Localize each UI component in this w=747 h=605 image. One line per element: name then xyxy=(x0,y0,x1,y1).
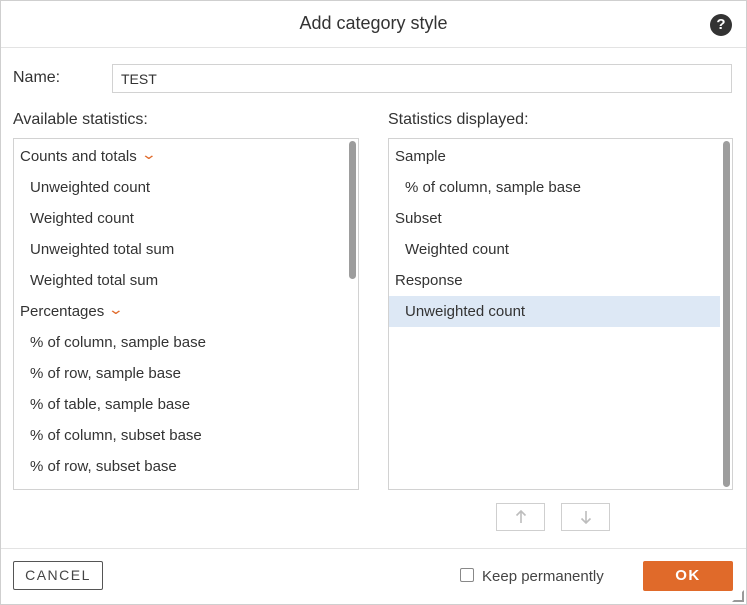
displayed-list-scrollbar[interactable] xyxy=(723,141,730,487)
statistics-displayed-label: Statistics displayed: xyxy=(388,111,529,128)
list-group-header[interactable]: Response xyxy=(389,265,720,296)
cancel-button[interactable]: CANCEL xyxy=(13,561,103,590)
move-down-button[interactable] xyxy=(561,503,610,531)
name-input[interactable] xyxy=(112,64,732,93)
scrollbar-thumb[interactable] xyxy=(349,141,356,279)
available-statistics-list[interactable]: Counts and totals ⌄ Unweighted count Weight… xyxy=(13,138,359,490)
list-item[interactable]: % of column, sample base xyxy=(389,172,720,203)
list-item-label: Sample xyxy=(395,148,446,165)
list-item-label: Counts and totals xyxy=(20,148,137,165)
list-item-label: Unweighted count xyxy=(30,179,151,196)
statistics-displayed-items: Sample % of column, sample base Subset Weig… xyxy=(389,141,720,327)
list-item-label: % of row, sample base xyxy=(30,365,181,382)
chevron-down-icon[interactable]: ⌄ xyxy=(140,147,156,161)
dialog-titlebar: Add category style ? xyxy=(1,1,746,48)
list-group-header[interactable]: Percentages ⌄ xyxy=(14,296,346,327)
list-group-header[interactable]: Subset xyxy=(389,203,720,234)
scrollbar-thumb[interactable] xyxy=(723,141,730,487)
dialog-title: Add category style xyxy=(299,13,448,33)
list-item-label: Subset xyxy=(395,210,442,227)
list-item[interactable]: Unweighted total sum xyxy=(14,234,346,265)
available-list-scrollbar[interactable] xyxy=(349,141,356,487)
list-item-label: Weighted count xyxy=(30,210,134,227)
list-item-label: Response xyxy=(395,272,463,289)
list-item-label: % of column, sample base xyxy=(405,179,581,196)
list-item[interactable]: % of column, subset base xyxy=(14,420,346,451)
list-item[interactable]: Weighted count xyxy=(14,203,346,234)
list-item[interactable]: Weighted count xyxy=(389,234,720,265)
chevron-down-icon[interactable]: ⌄ xyxy=(108,302,124,316)
help-icon[interactable]: ? xyxy=(710,14,732,36)
list-item[interactable]: % of column, sample base xyxy=(14,327,346,358)
list-item-label: Unweighted count xyxy=(405,303,526,320)
dialog-footer: CANCEL Keep permanently OK xyxy=(1,548,746,605)
list-item-label: % of row, subset base xyxy=(30,458,177,475)
arrow-up-icon xyxy=(515,509,526,523)
add-category-style-dialog: Add category style ? Name: Available sta… xyxy=(0,0,747,605)
list-item[interactable]: % of row, subset base xyxy=(14,451,346,482)
list-group-header[interactable]: Sample xyxy=(389,141,720,172)
arrow-down-icon xyxy=(580,510,591,524)
list-item[interactable]: Weighted total sum xyxy=(14,265,346,296)
list-item-label: Weighted total sum xyxy=(30,272,159,289)
ok-button[interactable]: OK xyxy=(643,561,733,591)
move-up-button[interactable] xyxy=(496,503,545,531)
list-item[interactable]: % of row, sample base xyxy=(14,358,346,389)
available-statistics-label: Available statistics: xyxy=(13,111,148,128)
list-item-label: Percentages xyxy=(20,303,105,320)
list-item[interactable]: % of table, sample base xyxy=(14,389,346,420)
keep-permanently-checkbox[interactable] xyxy=(460,568,474,582)
list-item-label: % of table, sample base xyxy=(30,396,191,413)
list-item-label: Weighted count xyxy=(405,241,509,258)
available-statistics-items: Counts and totals ⌄ Unweighted count Weight… xyxy=(14,141,346,482)
keep-permanently-label: Keep permanently xyxy=(482,568,604,585)
list-item[interactable]: Unweighted count xyxy=(14,172,346,203)
keep-permanently-toggle[interactable]: Keep permanently xyxy=(460,568,604,585)
list-item-label: % of column, sample base xyxy=(30,334,206,351)
list-item-label: Unweighted total sum xyxy=(30,241,175,258)
list-group-header[interactable]: Counts and totals ⌄ xyxy=(14,141,346,172)
statistics-displayed-list[interactable]: Sample % of column, sample base Subset Weig… xyxy=(388,138,733,490)
list-item-label: % of column, subset base xyxy=(30,427,202,444)
name-label: Name: xyxy=(13,69,61,86)
list-item[interactable]: Unweighted count xyxy=(389,296,720,327)
